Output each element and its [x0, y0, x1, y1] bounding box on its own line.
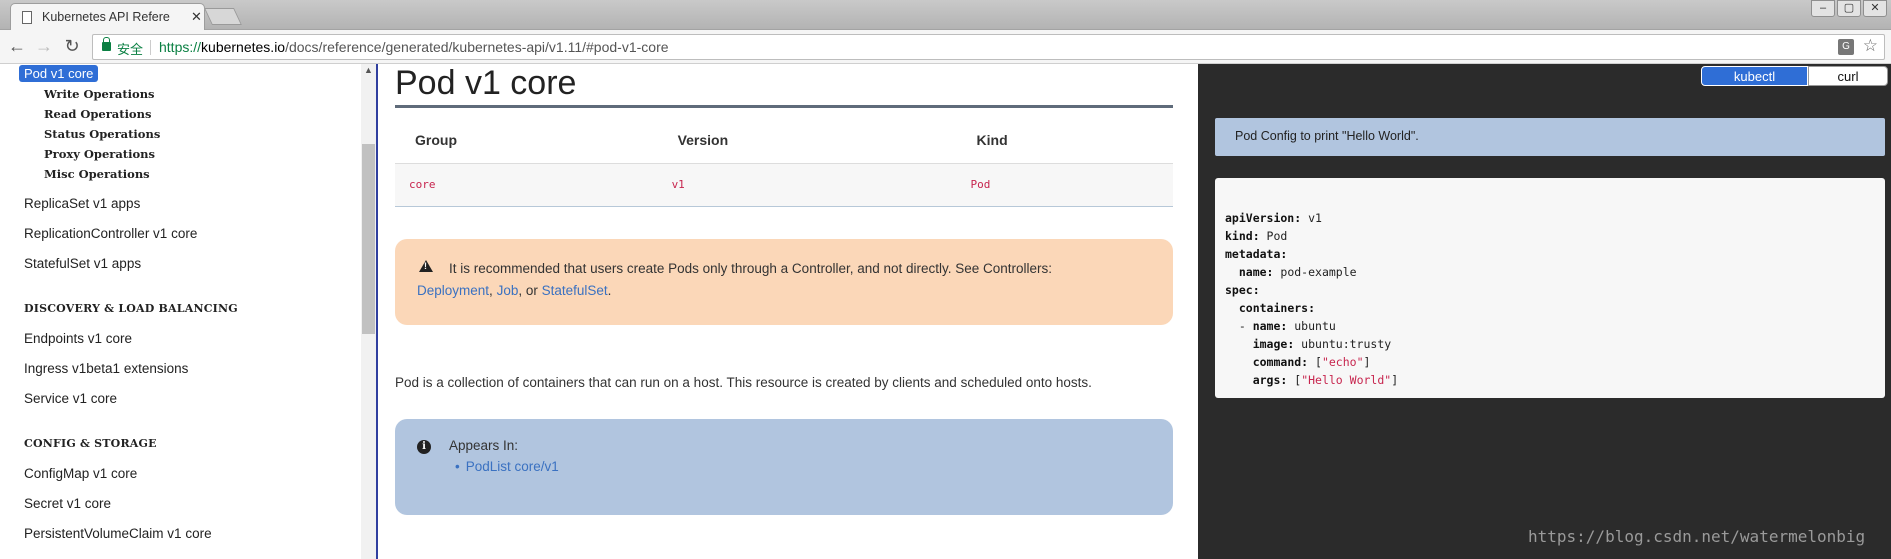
sidebar-item-replicationcontroller[interactable]: ReplicationController v1 core [24, 226, 197, 241]
code-line: - name: ubuntu [1225, 319, 1336, 333]
sidebar-item-secret[interactable]: Secret v1 core [24, 496, 111, 511]
warning-callout: It is recommended that users create Pods… [395, 239, 1173, 325]
group-version-kind-table: Group Version Kind core v1 Pod [395, 117, 1173, 207]
sidebar-subitem-status-operations[interactable]: Status Operations [44, 127, 160, 141]
sidebar-subitem-write-operations[interactable]: Write Operations [44, 87, 155, 101]
warning-sep-1: , [489, 283, 497, 298]
code-line: kind: Pod [1225, 229, 1288, 243]
browser-tab[interactable]: Kubernetes API Refere ✕ [10, 3, 205, 30]
window-controls: – ▢ ✕ [1811, 0, 1887, 17]
url-host: kubernetes.io [201, 39, 286, 55]
address-bar[interactable]: 安全 https://kubernetes.io/docs/reference/… [92, 34, 1885, 60]
info-icon: i [417, 440, 431, 454]
example-format-toggle: kubectl curl [1701, 66, 1888, 86]
url-protocol: https:// [159, 39, 202, 55]
warning-message: It is recommended that users create Pods… [449, 261, 1053, 276]
maximize-button[interactable]: ▢ [1837, 0, 1861, 17]
table-cell-version: v1 [657, 162, 957, 207]
table-cell-kind: Pod [956, 162, 1173, 207]
page-title: Pod v1 core [395, 64, 577, 102]
watermark-text: https://blog.csdn.net/watermelonbig [1528, 527, 1866, 546]
secure-label: 安全 [117, 42, 144, 57]
title-divider [395, 105, 1173, 108]
resource-description: Pod is a collection of containers that c… [395, 375, 1092, 390]
example-caption: Pod Config to print "Hello World". [1215, 118, 1885, 156]
bookmark-star-icon[interactable]: ☆ [1863, 36, 1878, 56]
sidebar-item-configmap[interactable]: ConfigMap v1 core [24, 466, 137, 481]
sidebar-scrollbar[interactable]: ▲ [361, 64, 376, 559]
code-lines: apiVersion: v1 kind: Pod metadata: name: p… [1225, 209, 1398, 389]
link-podlist[interactable]: PodList core/v1 [449, 459, 559, 474]
table-header-row: Group Version Kind [395, 117, 1173, 163]
code-line: command: ["echo"] [1252, 355, 1371, 369]
sidebar-item-statefulset[interactable]: StatefulSet v1 apps [24, 256, 141, 271]
table-header-version: Version [677, 131, 729, 148]
browser-toolbar: ← → ↻ 安全 https://kubernetes.io/docs/refe… [0, 30, 1891, 64]
sidebar-subitem-proxy-operations[interactable]: Proxy Operations [44, 147, 155, 161]
scroll-up-arrow-icon[interactable]: ▲ [364, 65, 373, 75]
sidebar-item-service[interactable]: Service v1 core [24, 391, 117, 406]
browser-tab-bar: Kubernetes API Refere ✕ – ▢ ✕ [0, 0, 1891, 30]
sidebar-scroll-thumb[interactable] [362, 144, 375, 334]
sidebar-heading-discovery: DISCOVERY & LOAD BALANCING [24, 302, 238, 315]
page-content: Pod v1 core Write Operations Read Operat… [0, 64, 1891, 559]
table-row: core v1 Pod [395, 162, 1173, 207]
link-deployment[interactable]: Deployment [417, 283, 489, 298]
code-line: args: ["Hello World"] [1252, 373, 1399, 387]
warning-sep-2: , or [518, 283, 542, 298]
translate-icon[interactable]: G [1838, 39, 1854, 55]
new-tab-button[interactable] [204, 8, 242, 25]
sidebar-nav: Pod v1 core Write Operations Read Operat… [0, 64, 378, 559]
curl-tab-button[interactable]: curl [1808, 66, 1888, 86]
tab-title: Kubernetes API Refere [42, 10, 170, 24]
sidebar-item-endpoints[interactable]: Endpoints v1 core [24, 331, 132, 346]
sidebar-item-ingress[interactable]: Ingress v1beta1 extensions [24, 361, 188, 376]
sidebar-item-persistentvolumeclaim[interactable]: PersistentVolumeClaim v1 core [24, 526, 212, 541]
appears-in-callout: i Appears In: PodList core/v1 [395, 419, 1173, 515]
forward-button[interactable]: → [34, 36, 54, 57]
table-header-group: Group [415, 131, 457, 148]
lock-icon [102, 37, 111, 51]
appears-in-label: Appears In: [449, 438, 519, 453]
code-line: metadata: [1225, 247, 1288, 261]
table-header-kind: Kind [976, 131, 1008, 148]
code-line: image: ubuntu:trusty [1252, 337, 1392, 351]
sidebar-subitem-misc-operations[interactable]: Misc Operations [44, 167, 150, 181]
close-window-button[interactable]: ✕ [1863, 0, 1887, 17]
link-statefulset[interactable]: StatefulSet [542, 283, 608, 298]
close-tab-icon[interactable]: ✕ [191, 9, 202, 25]
reload-button[interactable]: ↻ [62, 36, 82, 57]
kubectl-tab-button[interactable]: kubectl [1701, 66, 1808, 86]
url-path: /docs/reference/generated/kubernetes-api… [285, 39, 669, 55]
link-job[interactable]: Job [497, 283, 519, 298]
code-line: apiVersion: v1 [1225, 211, 1322, 225]
minimize-button[interactable]: – [1811, 0, 1835, 17]
sidebar-heading-config: CONFIG & STORAGE [24, 437, 157, 450]
code-examples-panel: kubectl curl Pod Config to print "Hello … [1198, 64, 1891, 559]
yaml-code-block: apiVersion: v1 kind: Pod metadata: name: p… [1215, 178, 1885, 398]
back-button[interactable]: ← [7, 36, 27, 57]
sidebar-item-replicaset[interactable]: ReplicaSet v1 apps [24, 196, 140, 211]
sidebar-item-pod-v1-core[interactable]: Pod v1 core [19, 65, 99, 82]
address-separator [150, 40, 151, 55]
sidebar-subitem-read-operations[interactable]: Read Operations [44, 107, 151, 121]
page-icon [22, 11, 32, 24]
code-line: name: pod-example [1238, 265, 1357, 279]
code-line: spec: [1225, 283, 1260, 297]
table-cell-group: core [395, 162, 658, 207]
url-text[interactable]: https://kubernetes.io/docs/reference/gen… [159, 39, 669, 55]
code-line: containers: [1238, 301, 1316, 315]
main-content: Pod v1 core Group Version Kind core v1 P… [380, 64, 1198, 559]
warning-text: It is recommended that users create Pods… [417, 258, 1157, 302]
warning-end: . [607, 283, 612, 298]
